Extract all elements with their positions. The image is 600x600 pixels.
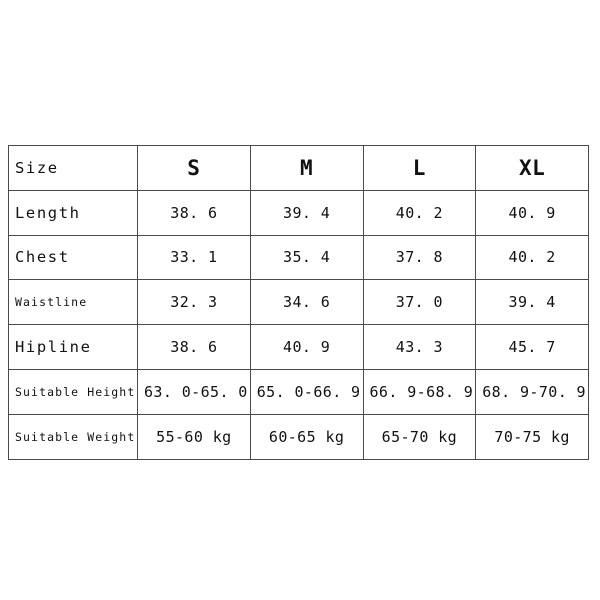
table-row: Length 38. 6 39. 4 40. 2 40. 9 (8, 189, 589, 236)
cell-hipline-xl: 45. 7 (475, 324, 589, 370)
cell-suitable-weight-l: 65-70 kg (362, 413, 477, 460)
table-row: Waistline 32. 3 34. 6 37. 0 39. 4 (8, 279, 589, 326)
size-chart-table: Size S M L XL Length 38. 6 39. 4 40. 2 4… (8, 145, 589, 460)
row-label-waistline: Waistline (8, 279, 138, 326)
table-row: Hipline 38. 6 40. 9 43. 3 45. 7 (8, 324, 589, 370)
cell-waistline-l: 37. 0 (362, 279, 477, 326)
cell-chest-xl: 40. 2 (475, 234, 589, 281)
cell-hipline-s: 38. 6 (137, 324, 251, 370)
cell-hipline-l: 43. 3 (362, 324, 477, 370)
cell-length-s: 38. 6 (137, 189, 251, 236)
table-row: Suitable Height 63. 0-65. 0 65. 0-66. 9 … (8, 368, 589, 415)
header-size-m: M (249, 145, 364, 191)
row-label-chest: Chest (8, 234, 138, 281)
cell-suitable-weight-xl: 70-75 kg (475, 413, 589, 460)
header-size-s: S (137, 145, 251, 191)
cell-chest-s: 33. 1 (137, 234, 251, 281)
cell-hipline-m: 40. 9 (249, 324, 364, 370)
table-header-row: Size S M L XL (8, 145, 589, 191)
header-label-size: Size (8, 145, 138, 191)
cell-length-m: 39. 4 (249, 189, 364, 236)
cell-suitable-height-s: 63. 0-65. 0 (137, 368, 251, 415)
cell-waistline-s: 32. 3 (137, 279, 251, 326)
row-label-length: Length (8, 189, 138, 236)
row-label-hipline: Hipline (8, 324, 138, 370)
header-size-xl: XL (475, 145, 589, 191)
table-row: Suitable Weight 55-60 kg 60-65 kg 65-70 … (8, 413, 589, 460)
row-label-suitable-height: Suitable Height (8, 368, 138, 415)
cell-suitable-weight-s: 55-60 kg (137, 413, 251, 460)
row-label-suitable-weight: Suitable Weight (8, 413, 138, 460)
cell-suitable-weight-m: 60-65 kg (249, 413, 364, 460)
cell-length-l: 40. 2 (362, 189, 477, 236)
cell-waistline-m: 34. 6 (249, 279, 364, 326)
table-row: Chest 33. 1 35. 4 37. 8 40. 2 (8, 234, 589, 281)
cell-chest-l: 37. 8 (362, 234, 477, 281)
size-chart-container: Size S M L XL Length 38. 6 39. 4 40. 2 4… (8, 145, 589, 460)
header-size-l: L (362, 145, 477, 191)
cell-chest-m: 35. 4 (249, 234, 364, 281)
cell-length-xl: 40. 9 (475, 189, 589, 236)
cell-suitable-height-xl: 68. 9-70. 9 (475, 368, 589, 415)
cell-suitable-height-m: 65. 0-66. 9 (249, 368, 364, 415)
cell-waistline-xl: 39. 4 (475, 279, 589, 326)
cell-suitable-height-l: 66. 9-68. 9 (362, 368, 477, 415)
